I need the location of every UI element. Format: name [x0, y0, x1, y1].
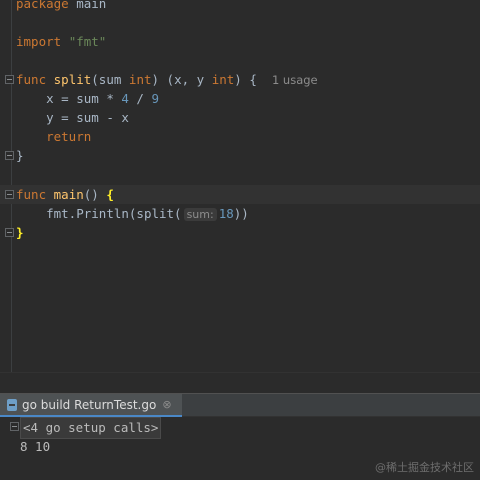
matched-brace: }	[16, 225, 24, 240]
code-line-main-signature[interactable]: func main() {	[0, 185, 480, 204]
run-tab-label: go build ReturnTest.go	[22, 397, 157, 412]
fold-toggle-icon[interactable]	[5, 190, 14, 199]
code-line-close-main[interactable]: }	[0, 223, 480, 242]
code-line-import[interactable]: import "fmt"	[0, 32, 480, 51]
fold-toggle-icon[interactable]	[5, 228, 14, 237]
run-tab[interactable]: go build ReturnTest.go ⊗	[0, 394, 182, 417]
parameter-inlay-hint: sum:	[183, 208, 217, 221]
code-line-split-signature[interactable]: func split(sum int) (x, y int) { 1 usage	[0, 70, 480, 89]
watermark: @稀土掘金技术社区	[375, 461, 474, 474]
code-line-println[interactable]: fmt.Println(split(sum: 18))	[0, 204, 480, 223]
panel-divider[interactable]	[0, 372, 480, 393]
fold-toggle-icon[interactable]	[5, 151, 14, 160]
program-output: 8 10	[20, 439, 51, 454]
code-editor[interactable]: package main import "fmt" func split(sum…	[0, 0, 480, 372]
fold-toggle-icon[interactable]	[5, 75, 14, 84]
fold-toggle-icon[interactable]	[10, 422, 19, 431]
code-line-x-assign[interactable]: x = sum * 4 / 9	[0, 89, 480, 108]
code-line-return[interactable]: return	[0, 127, 480, 146]
console-line-output: 8 10	[0, 437, 50, 457]
run-tool-window-tabs: go build ReturnTest.go ⊗	[0, 393, 480, 417]
code-line-y-assign[interactable]: y = sum - x	[0, 108, 480, 127]
console-line-setup[interactable]: <4 go setup calls>	[0, 417, 162, 439]
code-line-package[interactable]: package main	[0, 0, 480, 13]
go-file-icon	[6, 398, 18, 411]
usage-hint[interactable]: 1 usage	[272, 73, 318, 87]
setup-calls-folded[interactable]: <4 go setup calls>	[20, 417, 162, 439]
matched-brace: {	[106, 187, 114, 202]
code-line-close-split[interactable]: }	[0, 146, 480, 165]
close-icon[interactable]: ⊗	[162, 398, 171, 411]
